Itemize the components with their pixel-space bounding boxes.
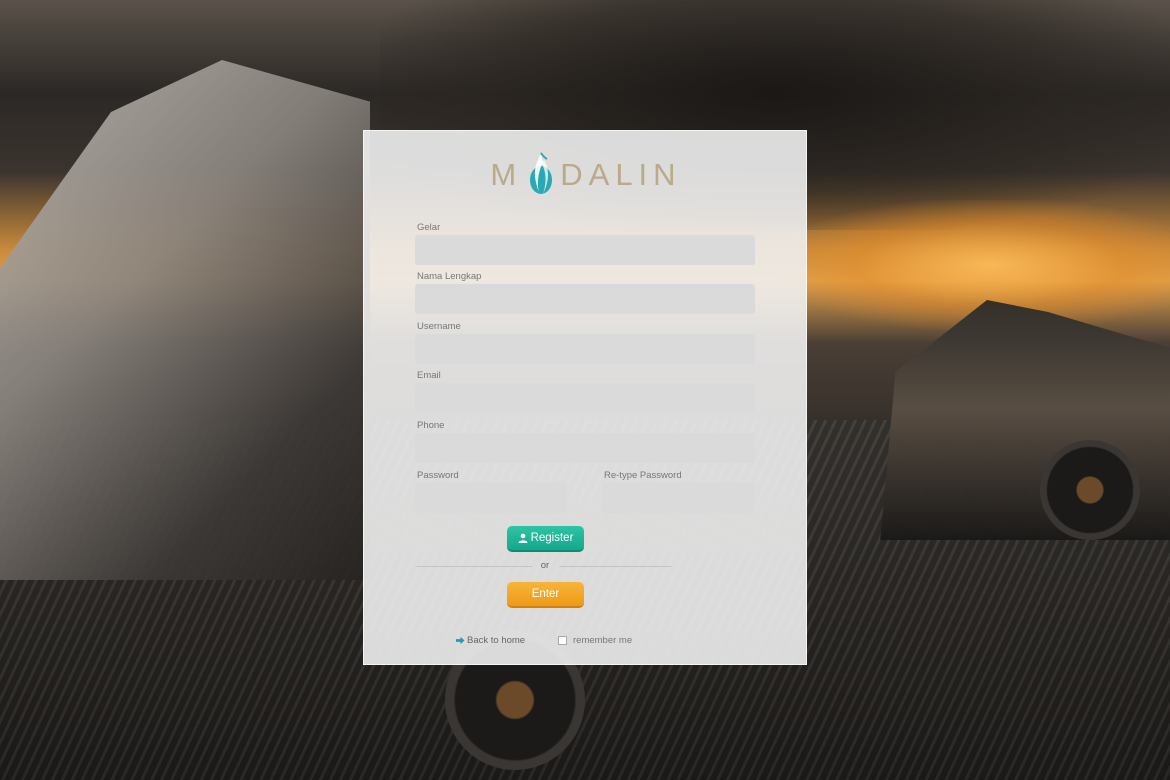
remember-me-checkbox[interactable]	[558, 636, 567, 645]
remember-me: remember me	[558, 635, 632, 646]
register-button-label: Register	[530, 532, 574, 544]
enter-button-label: Enter	[531, 588, 560, 600]
retype-password-label: Re-type Password	[604, 470, 682, 481]
divider-right	[559, 566, 671, 567]
nama-lengkap-label: Nama Lengkap	[417, 271, 482, 282]
user-icon	[518, 533, 528, 543]
modalin-logo: M DALIN	[486, 149, 686, 201]
back-to-home-label: Back to home	[467, 635, 526, 646]
username-input[interactable]	[415, 334, 755, 364]
enter-button[interactable]: Enter	[507, 582, 584, 608]
logo-mark-icon	[530, 152, 553, 194]
background-excavator	[0, 60, 370, 580]
logo-text-left: M	[490, 157, 523, 192]
or-separator: or	[540, 560, 550, 571]
gelar-label: Gelar	[417, 222, 441, 233]
password-label: Password	[417, 470, 459, 481]
back-to-home-link[interactable]: Back to home	[456, 635, 525, 646]
username-label: Username	[417, 321, 461, 332]
divider-left	[417, 566, 532, 567]
nama-lengkap-input[interactable]	[415, 284, 755, 314]
logo-text-right: DALIN	[560, 157, 682, 192]
password-input[interactable]	[415, 483, 567, 513]
email-input[interactable]	[415, 383, 755, 413]
register-button[interactable]: Register	[507, 526, 584, 552]
register-panel: M DALIN Gelar Nama Lengkap Username Emai…	[363, 130, 807, 665]
phone-input[interactable]	[415, 433, 755, 463]
arrow-right-icon	[456, 636, 465, 645]
email-label: Email	[417, 370, 441, 381]
retype-password-input[interactable]	[602, 483, 755, 513]
gelar-input[interactable]	[415, 235, 755, 265]
background-wheel	[1040, 440, 1140, 540]
phone-label: Phone	[417, 420, 445, 431]
remember-me-label: remember me	[573, 635, 633, 646]
